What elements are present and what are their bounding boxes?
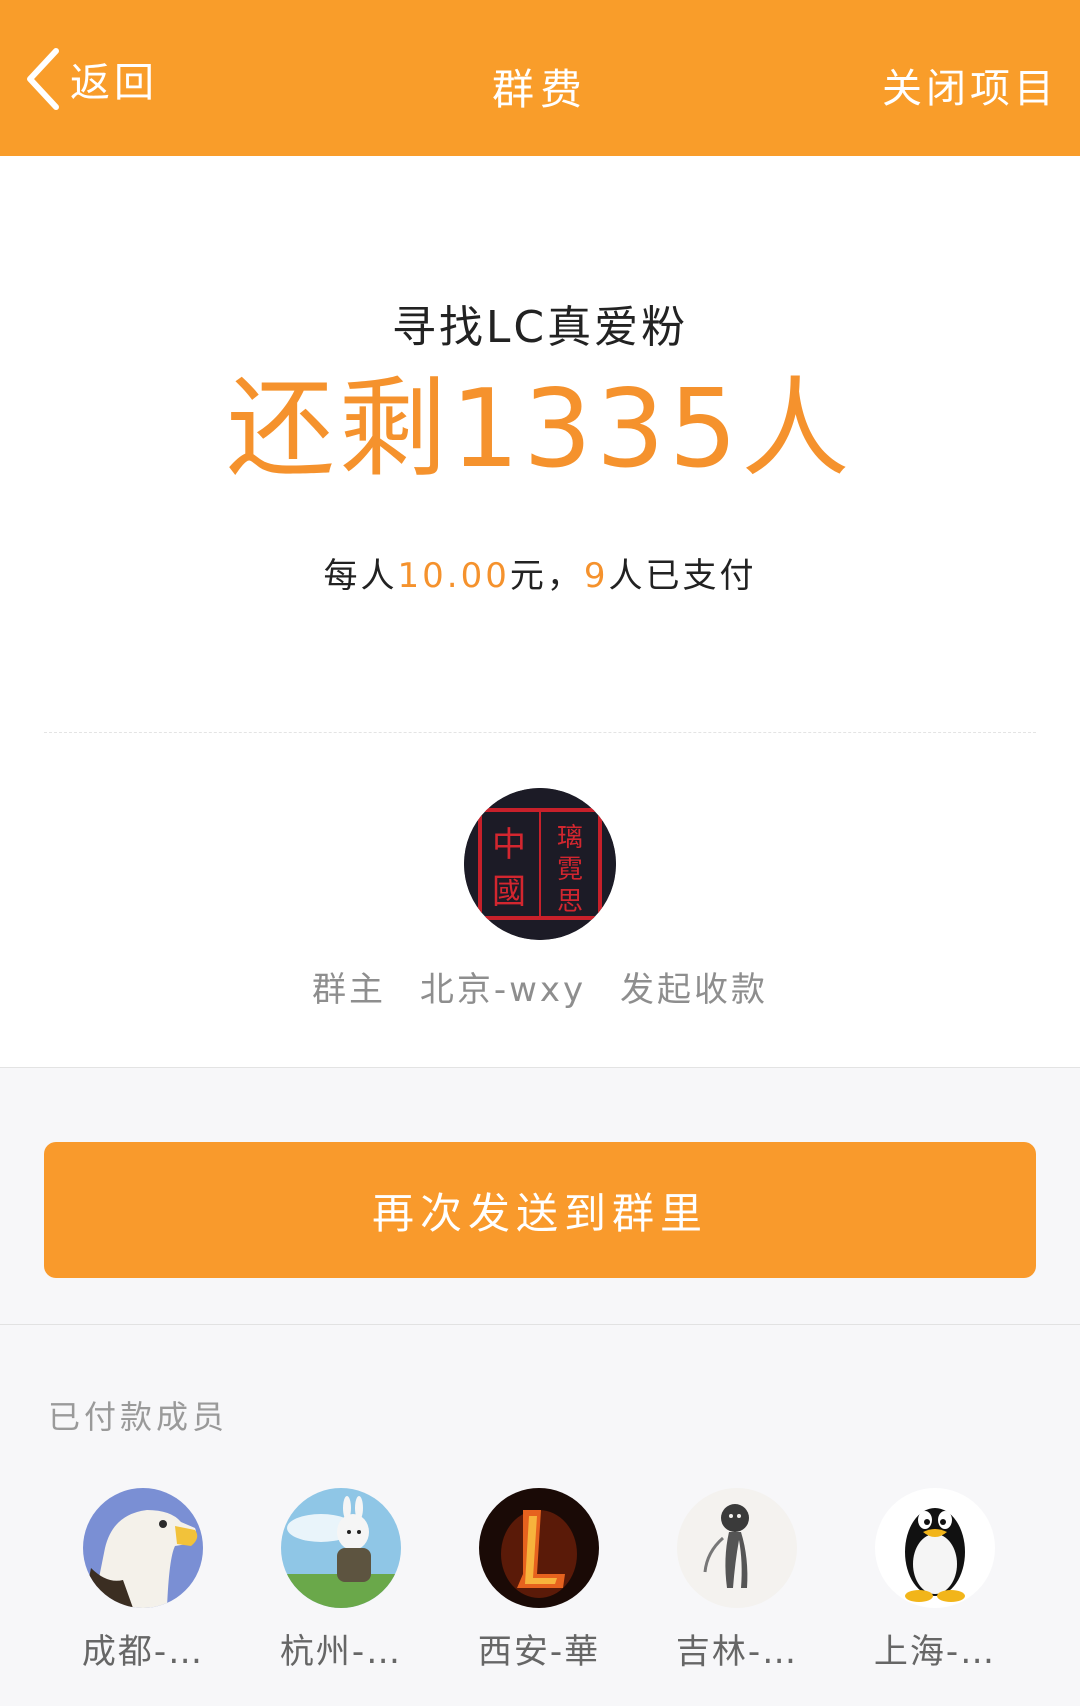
seal-stamp-icon: 中 國 璃 霓 思 — [464, 788, 616, 940]
divider — [44, 732, 1036, 733]
svg-text:中: 中 — [492, 825, 526, 865]
member-name: 吉林-… — [675, 1632, 799, 1672]
penguin-avatar — [875, 1488, 995, 1608]
member-item[interactable]: 上海-… — [836, 1486, 1034, 1686]
owner-role: 群主 — [312, 970, 387, 1010]
owner-name: 北京-wxy — [419, 970, 587, 1010]
eagle-avatar — [83, 1488, 203, 1608]
member-item[interactable]: 杭州-… — [242, 1486, 440, 1686]
payment-info: 每人10.00元，9人已支付 — [0, 548, 1080, 597]
paid-members-list: 成都-… 杭州-… 西安-華 吉林-… 上海-… — [44, 1486, 1044, 1686]
owner-action: 发起收款 — [619, 970, 768, 1010]
svg-text:霓: 霓 — [557, 855, 583, 885]
resend-to-group-button[interactable]: 再次发送到群里 — [44, 1142, 1036, 1278]
ink-figure-icon — [677, 1488, 797, 1608]
penguin-icon — [875, 1488, 995, 1608]
project-name: 寻找LC真爱粉 — [391, 302, 689, 353]
paid-count: 9 — [583, 556, 609, 596]
fire-letter-l-icon — [479, 1488, 599, 1608]
fire-letter-l-avatar — [479, 1488, 599, 1608]
paid-suffix: 人已支付 — [608, 556, 757, 596]
ink-figure-avatar — [677, 1488, 797, 1608]
per-person-unit: 元， — [509, 556, 584, 596]
member-name: 上海-… — [873, 1632, 997, 1672]
member-item[interactable]: 吉林-… — [638, 1486, 836, 1686]
rabbit-icon — [281, 1488, 401, 1608]
owner-line: 群主 北京-wxy 发起收款 — [0, 962, 1080, 1011]
section-divider — [0, 1324, 1080, 1325]
paid-members-label: 已付款成员 — [48, 1398, 229, 1436]
nav-bar: 返回 群费 关闭项目 — [0, 0, 1080, 156]
svg-text:國: 國 — [492, 872, 526, 912]
svg-text:璃: 璃 — [557, 823, 583, 853]
member-name: 西安-華 — [477, 1632, 601, 1672]
svg-text:思: 思 — [557, 887, 583, 917]
per-person-amount: 10.00 — [397, 556, 510, 596]
owner-avatar[interactable]: 中 國 璃 霓 思 — [464, 788, 616, 940]
eagle-icon — [83, 1488, 203, 1608]
member-item[interactable]: 西安-華 — [440, 1486, 638, 1686]
member-name: 成都-… — [81, 1632, 205, 1672]
close-project-button[interactable]: 关闭项目 — [882, 56, 1058, 114]
per-person-prefix: 每人 — [323, 556, 398, 596]
rabbit-avatar — [281, 1488, 401, 1608]
member-item[interactable]: 成都-… — [44, 1486, 242, 1686]
member-name: 杭州-… — [279, 1632, 403, 1672]
remaining-count: 还剩1335人 — [226, 367, 854, 492]
collection-summary: 寻找LC真爱粉 还剩1335人 每人10.00元，9人已支付 中 國 璃 霓 思… — [0, 156, 1080, 1068]
